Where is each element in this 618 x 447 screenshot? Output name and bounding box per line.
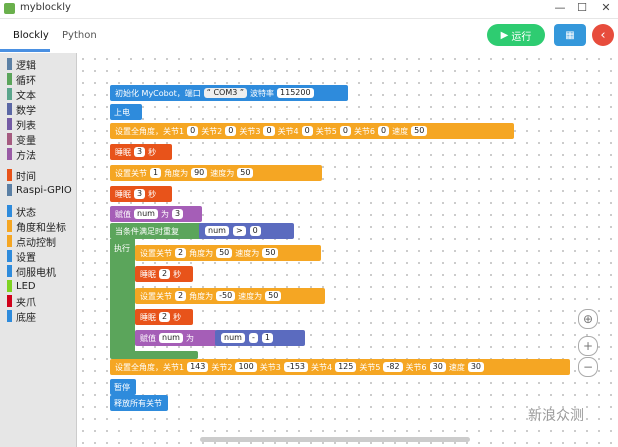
arithmetic-block[interactable]: num - 1 — [215, 330, 305, 346]
category-functions[interactable]: 方法 — [7, 148, 36, 162]
grid-button[interactable]: ▦ — [554, 24, 586, 46]
play-icon: ▶ — [500, 29, 509, 41]
back-button[interactable]: ‹ — [592, 24, 614, 46]
horizontal-scrollbar[interactable] — [200, 437, 470, 442]
while-loop-body: 执行 — [110, 239, 135, 355]
category-status[interactable]: 状态 — [7, 205, 36, 219]
window-title: myblockly — [20, 2, 71, 13]
set-joint-block[interactable]: 设置关节 1 角度为 90 速度为 50 — [110, 165, 322, 181]
category-logic[interactable]: 逻辑 — [7, 58, 36, 72]
grid-icon: ▦ — [565, 29, 575, 41]
app-icon — [4, 3, 15, 14]
recenter-button[interactable]: ⊕ — [578, 309, 598, 329]
run-label: 运行 — [511, 31, 532, 43]
tab-blockly[interactable]: Blockly — [13, 30, 49, 41]
run-button[interactable]: ▶ 运行 — [487, 24, 545, 46]
while-loop-footer — [110, 351, 198, 359]
assign-variable-block[interactable]: 赋值 num 为 — [135, 330, 217, 346]
release-all-joints-block[interactable]: 释放所有关节 — [110, 395, 168, 411]
zoom-out-button[interactable]: − — [578, 357, 598, 377]
port-field[interactable]: “ COM3 ” — [203, 88, 248, 98]
category-raspi-gpio[interactable]: Raspi-GPIO — [7, 184, 72, 196]
sleep-block[interactable]: 睡眠 3 秒 — [110, 186, 172, 202]
category-servo[interactable]: 伺服电机 — [7, 265, 56, 279]
init-mycobot-block[interactable]: 初始化 MyCobot，端口 “ COM3 ” 波特率 115200 — [110, 85, 348, 101]
close-button[interactable]: ✕ — [596, 1, 616, 14]
set-joint-block[interactable]: 设置关节 2 角度为 50 速度为 50 — [135, 245, 321, 261]
category-variables[interactable]: 变量 — [7, 133, 36, 147]
power-on-block[interactable]: 上电 — [110, 104, 142, 120]
minus-icon: − — [582, 360, 594, 374]
set-joint-block[interactable]: 设置关节 2 角度为 -50 速度为 50 — [135, 288, 325, 304]
back-icon: ‹ — [600, 27, 606, 43]
compare-condition-block[interactable]: num > 0 — [199, 223, 294, 239]
set-all-angles-block[interactable]: 设置全角度，关节1 0 关节2 0 关节3 0 关节4 0 关节5 0 关节6 0 速度 50 — [110, 123, 514, 139]
category-math[interactable]: 数学 — [7, 103, 36, 117]
while-loop-header[interactable]: 当条件满足时重复 — [110, 223, 204, 239]
target-icon: ⊕ — [582, 312, 594, 326]
minimize-button[interactable]: — — [550, 1, 570, 14]
pause-block[interactable]: 暂停 — [110, 379, 136, 395]
title-bar: myblockly — ☐ ✕ — [0, 0, 618, 19]
sleep-block[interactable]: 睡眠 3 秒 — [110, 144, 172, 160]
sleep-block[interactable]: 睡眠 2 秒 — [135, 309, 193, 325]
assign-variable-block[interactable]: 赋值 num 为3 — [110, 206, 202, 222]
plus-icon: + — [582, 339, 594, 353]
tab-python[interactable]: Python — [62, 30, 97, 41]
toolbox: 逻辑 循环 文本 数学 列表 变量 方法 时间 Raspi-GPIO 状态 角度… — [0, 53, 77, 447]
category-jog-control[interactable]: 点动控制 — [7, 235, 56, 249]
category-angles-coords[interactable]: 角度和坐标 — [7, 220, 66, 234]
category-gripper[interactable]: 夹爪 — [7, 295, 36, 309]
maximize-button[interactable]: ☐ — [572, 1, 592, 14]
baud-field[interactable]: 115200 — [277, 88, 314, 98]
zoom-in-button[interactable]: + — [578, 336, 598, 356]
category-base[interactable]: 底座 — [7, 310, 36, 324]
category-loops[interactable]: 循环 — [7, 73, 36, 87]
category-settings[interactable]: 设置 — [7, 250, 36, 264]
active-tab-indicator — [0, 49, 50, 52]
category-led[interactable]: LED — [7, 280, 36, 292]
category-lists[interactable]: 列表 — [7, 118, 36, 132]
watermark: 新浪众测 — [528, 408, 584, 424]
category-text[interactable]: 文本 — [7, 88, 36, 102]
category-time[interactable]: 时间 — [7, 169, 36, 183]
set-all-angles-block[interactable]: 设置全角度，关节1 143 关节2 100 关节3 -153 关节4 125 关节5 -8… — [110, 359, 570, 375]
block-workspace[interactable]: 初始化 MyCobot，端口 “ COM3 ” 波特率 115200 上电 设置… — [77, 53, 618, 447]
sleep-block[interactable]: 睡眠 2 秒 — [135, 266, 193, 282]
